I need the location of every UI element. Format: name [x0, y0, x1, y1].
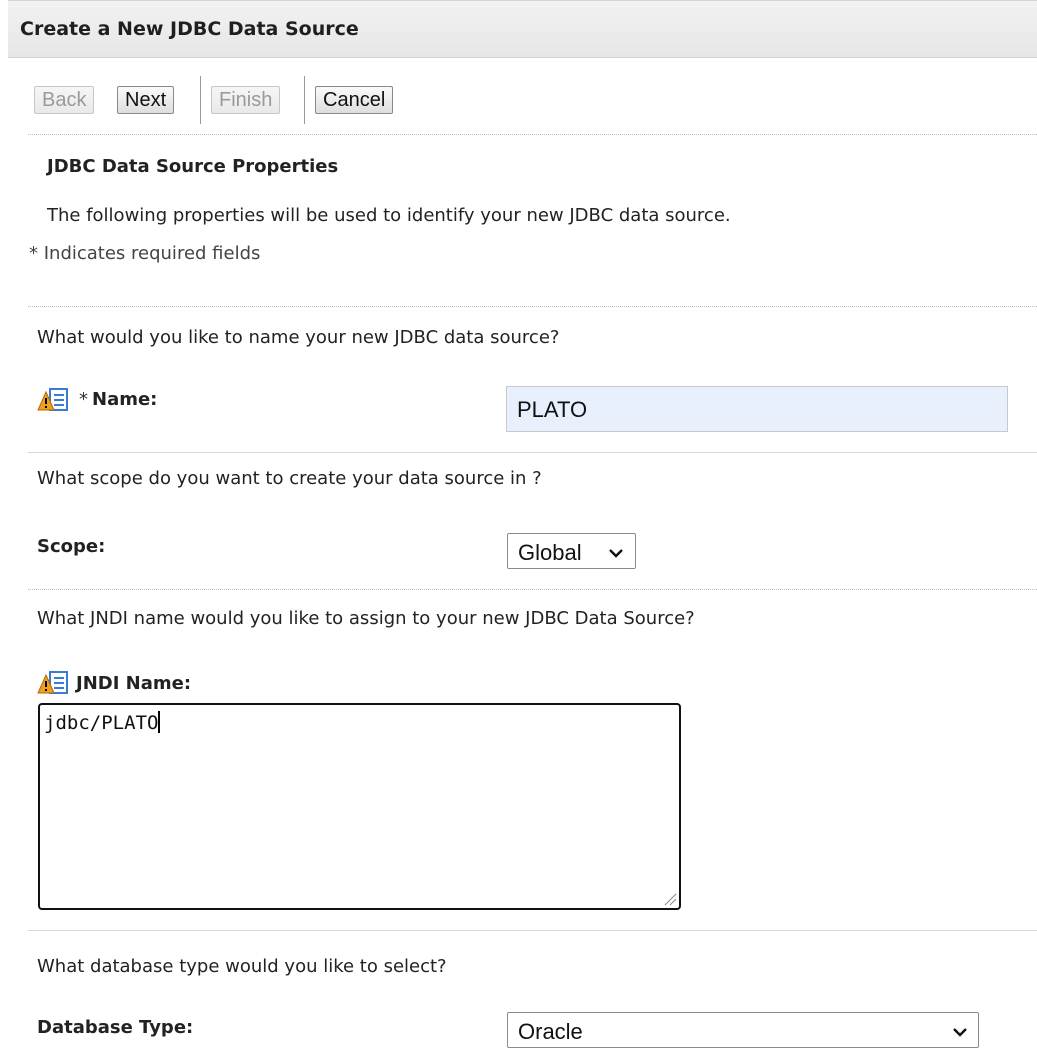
divider — [28, 589, 1037, 590]
finish-button[interactable]: Finish — [211, 86, 281, 114]
database-type-select[interactable]: Oracle — [507, 1012, 979, 1048]
dbtype-label: Database Type: — [37, 1017, 194, 1038]
next-button[interactable]: Next — [117, 86, 175, 114]
chevron-down-icon — [609, 549, 623, 558]
jndi-question: What JNDI name would you like to assign … — [37, 608, 695, 629]
text-caret — [158, 711, 161, 733]
jndi-label: JNDI Name: — [76, 673, 192, 694]
section-description: The following properties will be used to… — [47, 205, 731, 226]
jndi-value: jdbc/PLATO — [44, 712, 159, 734]
scope-select[interactable]: Global — [507, 533, 636, 569]
scope-selected-value: Global — [518, 540, 582, 565]
divider — [28, 306, 1037, 307]
required-marker: * — [79, 389, 88, 410]
section-heading: JDBC Data Source Properties — [47, 156, 339, 177]
page-title: Create a New JDBC Data Source — [20, 18, 359, 40]
dbtype-selected-value: Oracle — [518, 1019, 583, 1044]
divider — [28, 452, 1037, 453]
chevron-down-icon — [953, 1028, 967, 1037]
divider — [28, 930, 1037, 931]
divider — [28, 134, 1037, 135]
required-fields-note: * Indicates required fields — [29, 243, 261, 264]
toolbar-divider — [304, 76, 305, 124]
scope-question: What scope do you want to create your da… — [37, 468, 542, 489]
name-label: Name: — [92, 389, 158, 410]
jndi-textarea[interactable]: jdbc/PLATO — [38, 703, 681, 910]
page-header: Create a New JDBC Data Source — [8, 0, 1037, 58]
toolbar-divider — [200, 76, 201, 124]
back-button[interactable]: Back — [34, 86, 95, 114]
resize-grip-icon[interactable] — [663, 892, 677, 906]
warning-list-icon[interactable] — [37, 671, 69, 695]
name-input[interactable]: PLATO — [506, 386, 1008, 432]
dbtype-question: What database type would you like to sel… — [37, 956, 447, 977]
name-question: What would you like to name your new JDB… — [37, 327, 560, 348]
warning-list-icon[interactable] — [37, 388, 69, 412]
scope-label: Scope: — [37, 536, 106, 557]
cancel-button[interactable]: Cancel — [315, 86, 394, 114]
